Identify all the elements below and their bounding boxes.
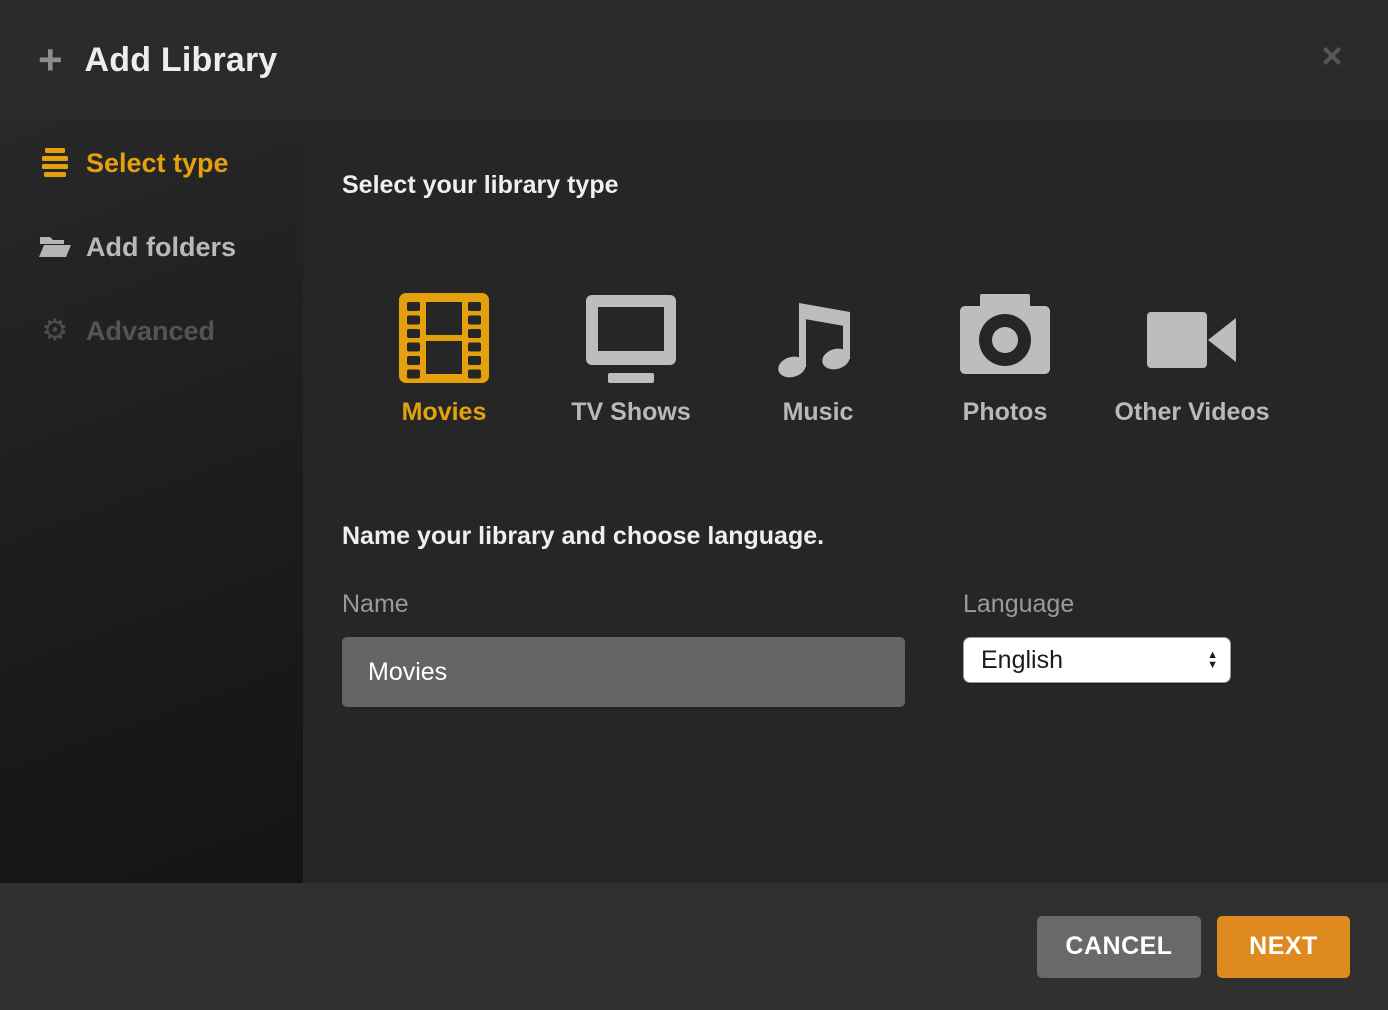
plus-icon: +	[38, 39, 63, 81]
type-option-movies[interactable]: Movies	[369, 292, 519, 427]
library-type-row: Movies TV Shows	[369, 292, 1388, 427]
camera-icon	[959, 292, 1051, 384]
sidebar-item-advanced: ⚙ Advanced	[0, 289, 303, 373]
type-option-music[interactable]: Music	[743, 292, 893, 427]
type-option-label: Other Videos	[1114, 398, 1269, 427]
sidebar-item-label: Advanced	[86, 316, 215, 347]
library-name-input[interactable]	[342, 637, 905, 707]
type-option-label: Movies	[402, 398, 487, 427]
type-option-label: Music	[783, 398, 854, 427]
language-label: Language	[963, 589, 1231, 619]
dialog-title: Add Library	[85, 41, 278, 80]
sidebar-item-add-folders[interactable]: Add folders	[0, 205, 303, 289]
language-field-group: Language English ▲ ▼	[963, 589, 1231, 707]
name-language-form: Name Language English ▲ ▼	[342, 589, 1388, 707]
video-camera-icon	[1146, 292, 1238, 384]
close-icon: ×	[1321, 38, 1342, 74]
dialog-footer: CANCEL NEXT	[0, 883, 1388, 1010]
type-option-other-videos[interactable]: Other Videos	[1117, 292, 1267, 427]
dialog-header: + Add Library ×	[0, 0, 1388, 120]
sidebar-item-label: Add folders	[86, 232, 236, 263]
folder-open-icon	[38, 233, 72, 261]
film-icon	[398, 292, 490, 384]
name-field-group: Name	[342, 589, 905, 707]
name-label: Name	[342, 589, 905, 619]
close-button[interactable]: ×	[1310, 34, 1354, 78]
cancel-button[interactable]: CANCEL	[1037, 916, 1201, 978]
list-icon	[38, 147, 72, 180]
select-arrows-icon: ▲ ▼	[1207, 650, 1218, 670]
type-option-label: TV Shows	[571, 398, 690, 427]
sidebar-item-label: Select type	[86, 148, 229, 179]
main-content: Select your library type	[303, 120, 1388, 883]
music-note-icon	[772, 292, 864, 384]
language-selected-value: English	[981, 646, 1063, 675]
next-button[interactable]: NEXT	[1217, 916, 1350, 978]
name-section-heading: Name your library and choose language.	[342, 521, 1388, 551]
sidebar-item-select-type[interactable]: Select type	[0, 121, 303, 205]
wizard-steps-sidebar: Select type Add folders ⚙ Adva	[0, 120, 303, 883]
add-library-dialog: + Add Library × S	[0, 0, 1388, 1010]
gear-icon: ⚙	[38, 316, 72, 346]
type-option-photos[interactable]: Photos	[930, 292, 1080, 427]
type-section-heading: Select your library type	[342, 170, 1388, 200]
language-select[interactable]: English ▲ ▼	[963, 637, 1231, 683]
tv-icon	[585, 292, 677, 384]
type-option-tv-shows[interactable]: TV Shows	[556, 292, 706, 427]
dialog-body: Select type Add folders ⚙ Adva	[0, 120, 1388, 883]
type-option-label: Photos	[963, 398, 1048, 427]
